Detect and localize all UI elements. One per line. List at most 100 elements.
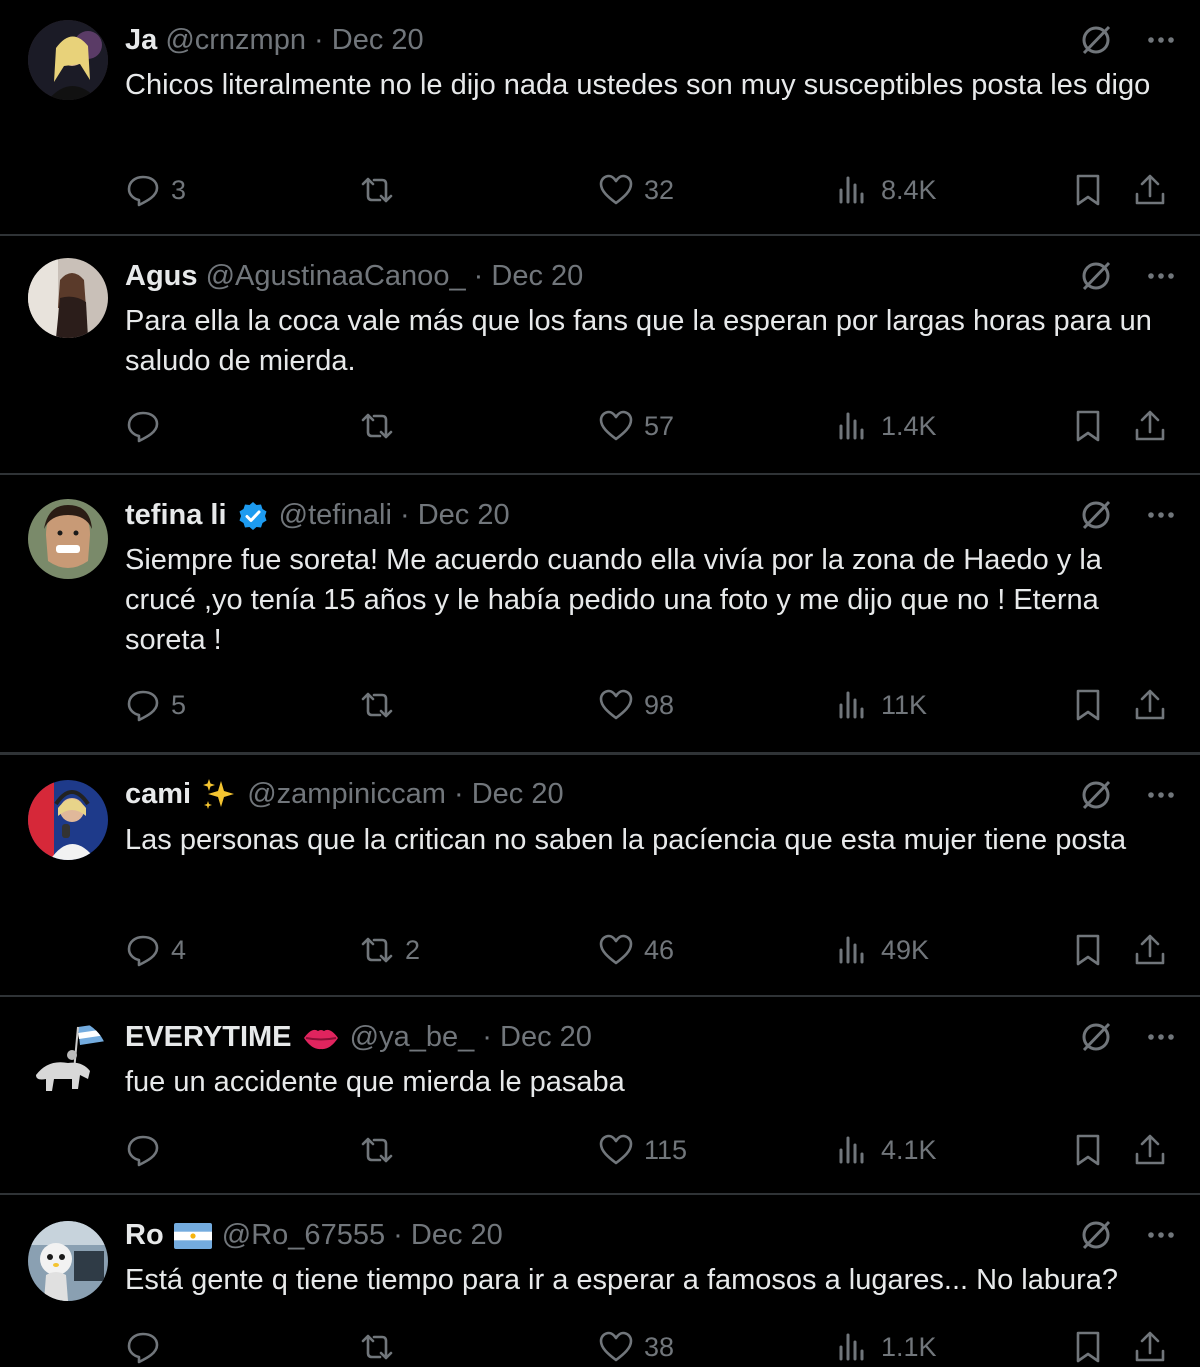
bookmark-button[interactable] bbox=[1070, 170, 1106, 210]
user-handle[interactable]: @tefinali bbox=[279, 499, 392, 531]
avatar[interactable] bbox=[28, 780, 108, 860]
share-button[interactable] bbox=[1132, 1130, 1168, 1170]
views-button[interactable]: 11K bbox=[835, 685, 927, 725]
bookmark-button[interactable] bbox=[1070, 1130, 1106, 1170]
bookmark-button[interactable] bbox=[1070, 930, 1106, 970]
like-button[interactable]: 46 bbox=[598, 930, 674, 970]
reply-button[interactable]: 3 bbox=[125, 170, 186, 210]
bookmark-button[interactable] bbox=[1070, 406, 1106, 446]
views-count: 49K bbox=[881, 934, 930, 965]
retweet-button[interactable]: 2 bbox=[359, 930, 420, 970]
avatar[interactable] bbox=[28, 1221, 108, 1301]
user-handle[interactable]: @Ro_67555 bbox=[222, 1219, 385, 1251]
separator: · bbox=[473, 260, 484, 292]
reply-count: 3 bbox=[171, 174, 187, 205]
avatar[interactable] bbox=[28, 1019, 108, 1099]
like-button[interactable]: 98 bbox=[598, 685, 674, 725]
share-icon bbox=[1135, 934, 1165, 965]
more-icon[interactable] bbox=[1144, 259, 1178, 293]
like-button[interactable]: 57 bbox=[598, 406, 674, 446]
grok-icon[interactable] bbox=[1078, 497, 1114, 533]
views-button[interactable]: 4.1K bbox=[835, 1130, 937, 1170]
share-button[interactable] bbox=[1132, 930, 1168, 970]
grok-icon[interactable] bbox=[1078, 258, 1114, 294]
like-icon bbox=[599, 934, 633, 965]
views-button[interactable]: 8.4K bbox=[835, 170, 937, 210]
separator: · bbox=[314, 24, 324, 56]
action-bar: 4 2 46 49K bbox=[125, 930, 1172, 970]
views-button[interactable]: 49K bbox=[835, 930, 929, 970]
bookmark-button[interactable] bbox=[1070, 1327, 1106, 1367]
tweet[interactable]: Ja @crnzmpn · Dec 20 Chicos literalmente… bbox=[0, 0, 1200, 236]
retweet-button[interactable] bbox=[359, 406, 405, 446]
more-icon[interactable] bbox=[1144, 498, 1178, 532]
retweet-icon bbox=[361, 413, 393, 439]
more-icon[interactable] bbox=[1144, 23, 1178, 57]
bookmark-button[interactable] bbox=[1070, 685, 1106, 725]
tweet-date[interactable]: Dec 20 bbox=[418, 499, 510, 531]
reply-button[interactable] bbox=[125, 406, 171, 446]
action-bar: 115 4.1K bbox=[125, 1130, 1172, 1170]
share-button[interactable] bbox=[1132, 170, 1168, 210]
views-button[interactable]: 1.4K bbox=[835, 406, 937, 446]
more-icon[interactable] bbox=[1144, 778, 1178, 812]
display-name[interactable]: Ro bbox=[125, 1219, 164, 1251]
reply-button[interactable]: 4 bbox=[125, 930, 186, 970]
reply-button[interactable] bbox=[125, 1130, 171, 1170]
tweet-text: Para ella la coca vale más que los fans … bbox=[125, 305, 1152, 377]
grok-icon[interactable] bbox=[1078, 1217, 1114, 1253]
reply-button[interactable] bbox=[125, 1327, 171, 1367]
display-name[interactable]: EVERYTIME bbox=[125, 1021, 292, 1053]
more-icon[interactable] bbox=[1144, 1020, 1178, 1054]
reply-count: 5 bbox=[171, 689, 187, 720]
grok-icon[interactable] bbox=[1078, 1019, 1114, 1055]
share-button[interactable] bbox=[1132, 685, 1168, 725]
tweet[interactable]: tefina li @tefinali · Dec 20 Siempre fue… bbox=[0, 475, 1200, 755]
avatar[interactable] bbox=[28, 499, 108, 579]
user-handle[interactable]: @ya_be_ bbox=[350, 1021, 475, 1053]
views-button[interactable]: 1.1K bbox=[835, 1327, 937, 1367]
display-name[interactable]: tefina li bbox=[125, 499, 227, 531]
tweet[interactable]: Agus @AgustinaaCanoo_ · Dec 20 Para ella… bbox=[0, 236, 1200, 475]
tweet-date[interactable]: Dec 20 bbox=[332, 24, 424, 56]
like-button[interactable]: 38 bbox=[598, 1327, 674, 1367]
retweet-button[interactable] bbox=[359, 1327, 405, 1367]
avatar[interactable] bbox=[28, 258, 108, 338]
tweet-date[interactable]: Dec 20 bbox=[500, 1021, 592, 1053]
user-handle[interactable]: @crnzmpn bbox=[165, 24, 306, 56]
like-icon bbox=[599, 689, 633, 720]
user-handle[interactable]: @zampiniccam bbox=[247, 778, 446, 810]
tweet[interactable]: EVERYTIME @ya_be_ · Dec 20 fue un accide… bbox=[0, 997, 1200, 1195]
like-button[interactable]: 32 bbox=[598, 170, 674, 210]
retweet-icon bbox=[361, 1334, 393, 1360]
tweet[interactable]: Ro @Ro_67555 · Dec 20 Está gente q tiene… bbox=[0, 1195, 1200, 1367]
reply-button[interactable]: 5 bbox=[125, 685, 186, 725]
reply-count: 4 bbox=[171, 934, 187, 965]
retweet-button[interactable] bbox=[359, 685, 405, 725]
grok-icon[interactable] bbox=[1078, 22, 1114, 58]
display-name[interactable]: Agus bbox=[125, 260, 198, 292]
bookmark-icon bbox=[1076, 1134, 1100, 1166]
action-bar: 38 1.1K bbox=[125, 1327, 1172, 1367]
like-button[interactable]: 115 bbox=[598, 1130, 687, 1170]
like-count: 38 bbox=[644, 1331, 675, 1362]
sparkles-icon bbox=[203, 779, 235, 810]
avatar[interactable] bbox=[28, 20, 108, 100]
more-icon[interactable] bbox=[1144, 1218, 1178, 1252]
display-name[interactable]: Ja bbox=[125, 24, 157, 56]
views-icon bbox=[839, 412, 864, 440]
tweet-header: Agus @AgustinaaCanoo_ · Dec 20 bbox=[125, 256, 1080, 296]
tweet-date[interactable]: Dec 20 bbox=[472, 778, 564, 810]
grok-icon[interactable] bbox=[1078, 777, 1114, 813]
share-button[interactable] bbox=[1132, 406, 1168, 446]
bookmark-icon bbox=[1076, 934, 1100, 966]
display-name[interactable]: cami bbox=[125, 778, 191, 810]
retweet-button[interactable] bbox=[359, 170, 405, 210]
tweet-date[interactable]: Dec 20 bbox=[411, 1219, 503, 1251]
tweet[interactable]: cami @zampiniccam · Dec 20 Las personas … bbox=[0, 755, 1200, 997]
user-handle[interactable]: @AgustinaaCanoo_ bbox=[206, 260, 466, 292]
retweet-button[interactable] bbox=[359, 1130, 405, 1170]
tweet-date[interactable]: Dec 20 bbox=[491, 260, 583, 292]
views-count: 1.4K bbox=[881, 410, 937, 441]
share-button[interactable] bbox=[1132, 1327, 1168, 1367]
